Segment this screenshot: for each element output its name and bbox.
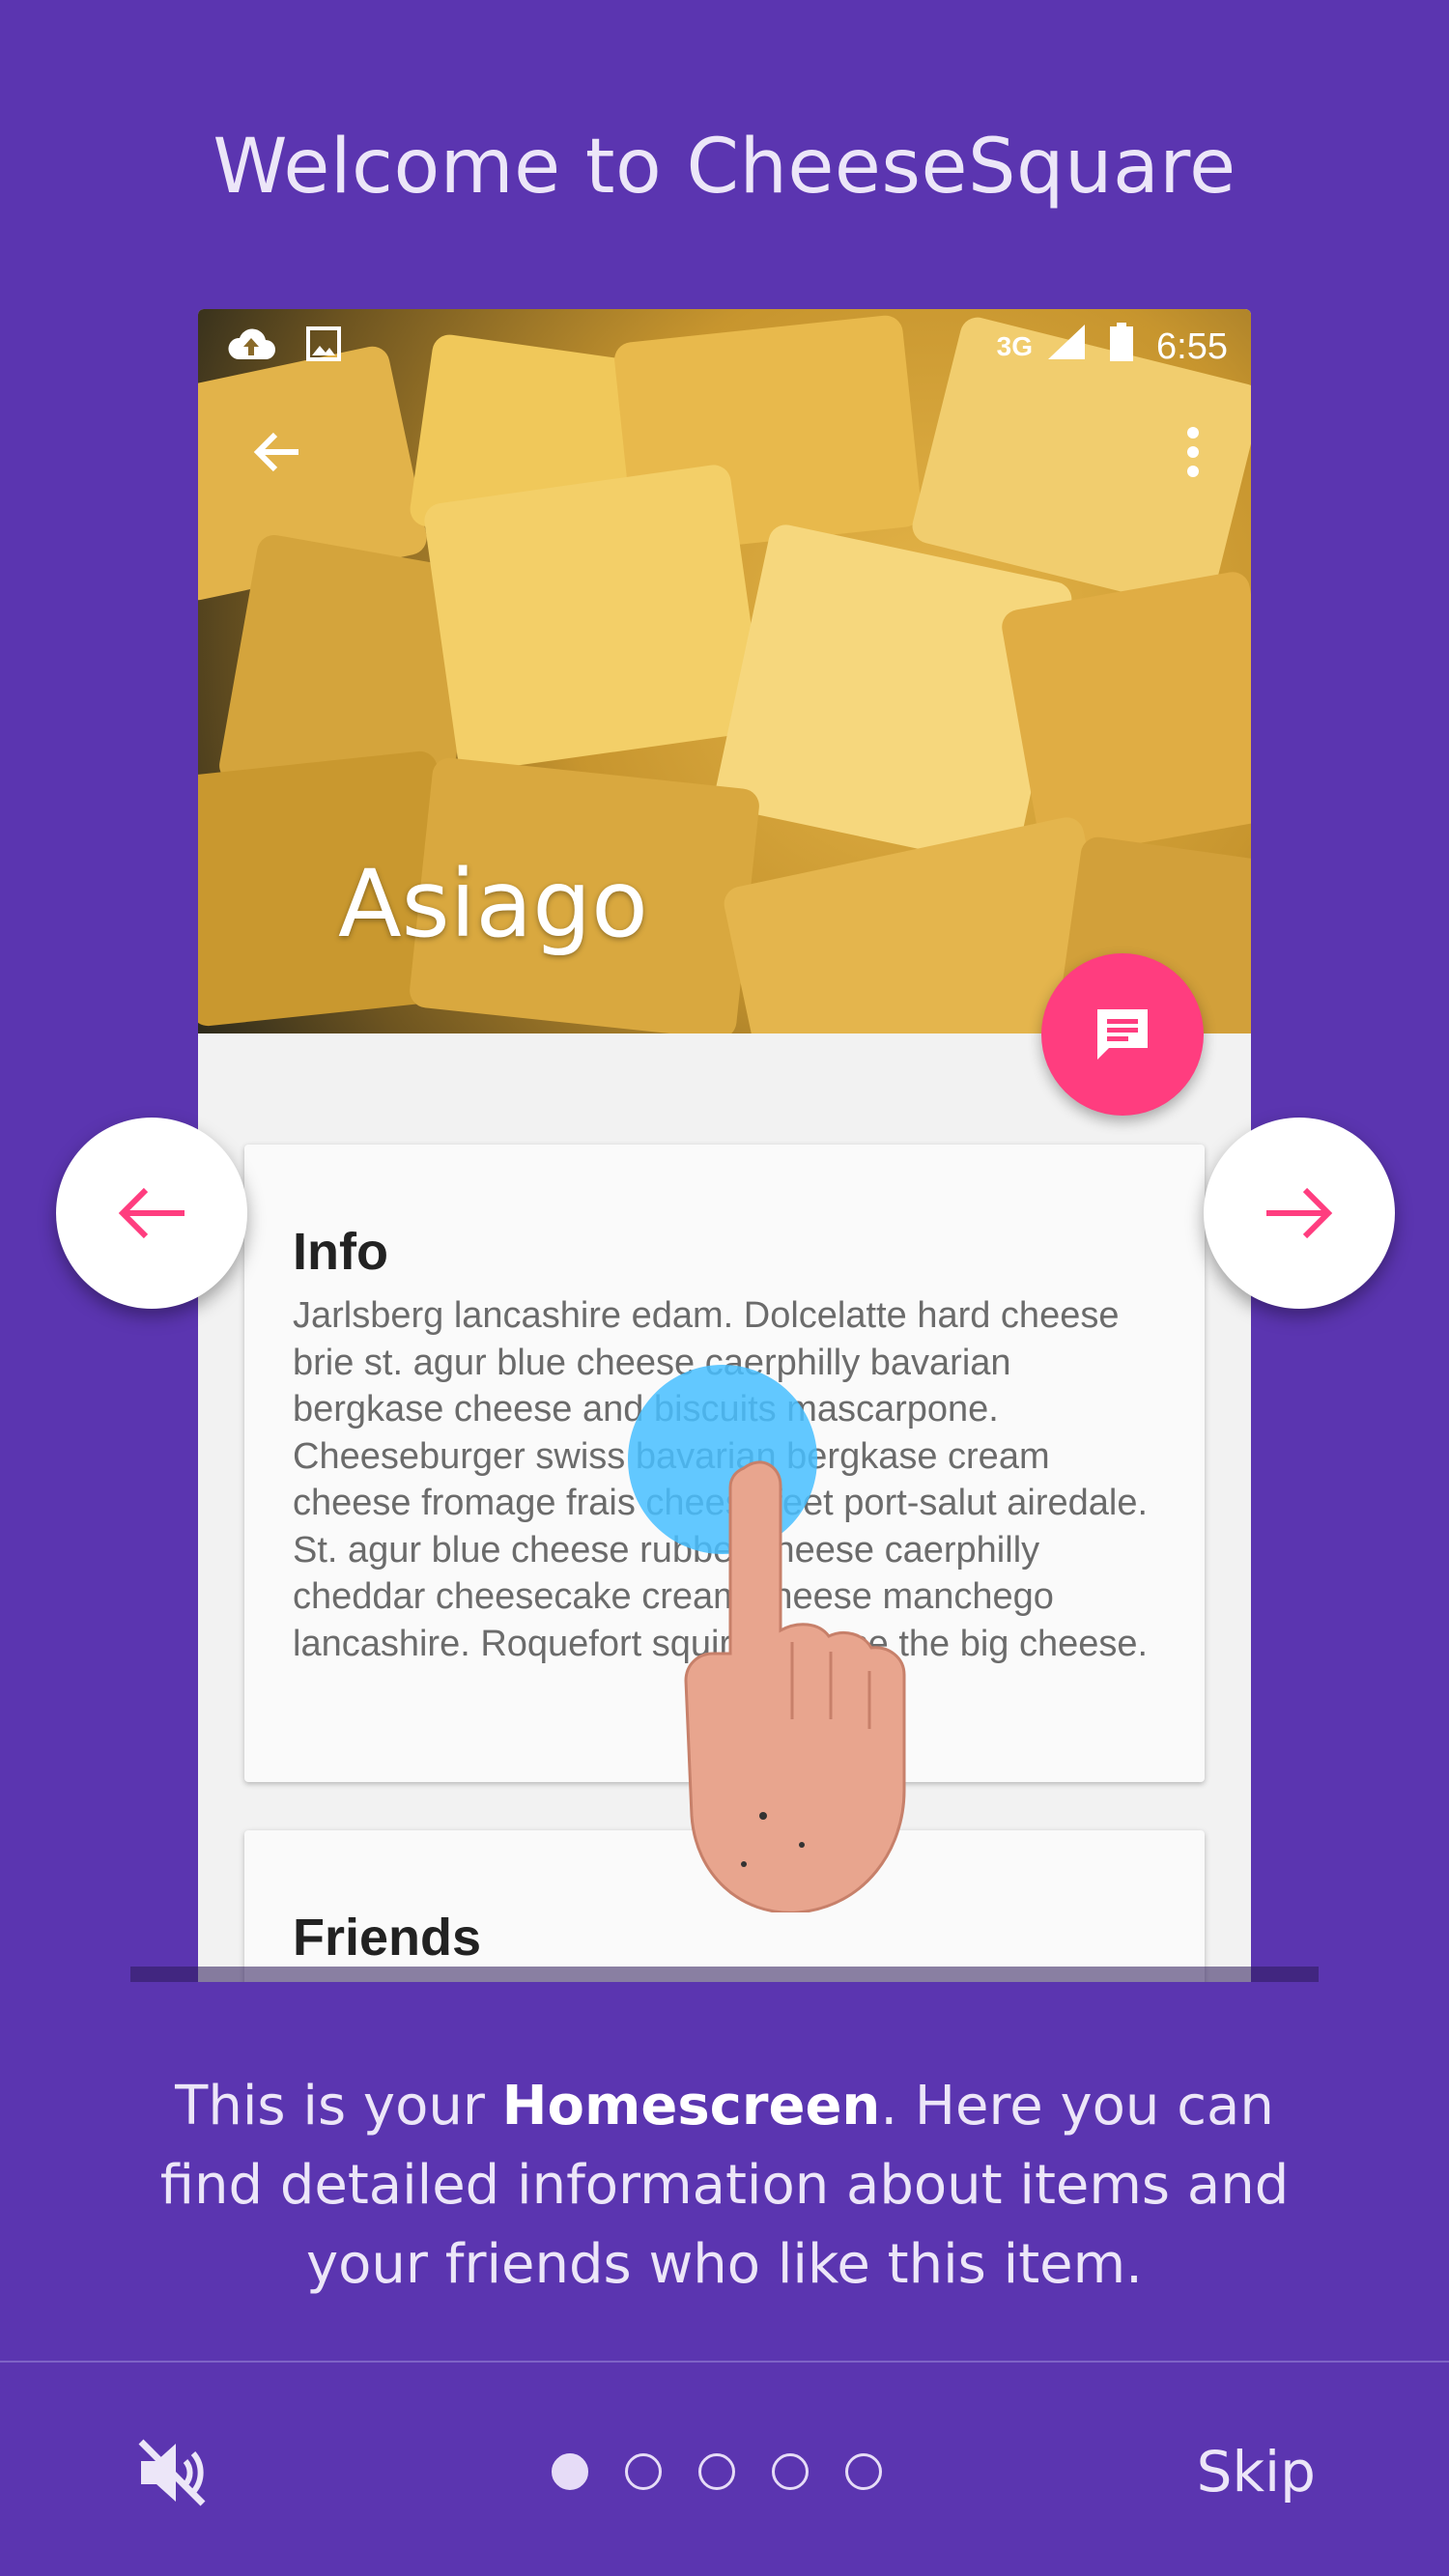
pointing-hand-icon — [684, 1460, 906, 1912]
arrow-right-icon — [1266, 1187, 1333, 1239]
next-button[interactable] — [1204, 1118, 1395, 1309]
preview-shadow — [130, 1967, 1319, 1982]
highlight-homescreen: Homescreen — [501, 2075, 881, 2137]
hero-image: 3G 6:55 Asiago — [198, 309, 1251, 1033]
page-dot[interactable] — [845, 2453, 882, 2490]
status-bar: 3G 6:55 — [198, 309, 1251, 379]
network-type: 3G — [996, 331, 1034, 361]
card-title-info: Info — [293, 1223, 388, 1281]
signal-icon — [1046, 323, 1087, 371]
page-title: Welcome to CheeseSquare — [213, 124, 1236, 211]
more-vert-icon[interactable] — [1181, 423, 1205, 481]
page-dot[interactable] — [552, 2453, 588, 2490]
page-indicator — [552, 2453, 882, 2490]
footer-divider — [0, 2361, 1449, 2363]
skip-button[interactable]: Skip — [1197, 2439, 1316, 2505]
cloud-upload-icon — [225, 325, 277, 368]
page-dot[interactable] — [698, 2453, 735, 2490]
item-title: Asiago — [338, 850, 648, 958]
image-icon — [306, 326, 341, 366]
status-time: 6:55 — [1156, 326, 1228, 367]
prev-button[interactable] — [56, 1118, 247, 1309]
tutorial-description: This is your Homescreen. Here you can fi… — [159, 2075, 1290, 2296]
volume-off-icon[interactable] — [133, 2434, 211, 2511]
back-arrow-icon[interactable] — [248, 423, 306, 481]
card-title-friends: Friends — [293, 1909, 482, 1967]
arrow-left-icon — [118, 1187, 185, 1239]
message-icon — [1097, 1009, 1148, 1060]
page-dot[interactable] — [772, 2453, 809, 2490]
message-fab[interactable] — [1041, 953, 1204, 1116]
battery-icon — [1110, 323, 1134, 371]
page-dot[interactable] — [625, 2453, 662, 2490]
